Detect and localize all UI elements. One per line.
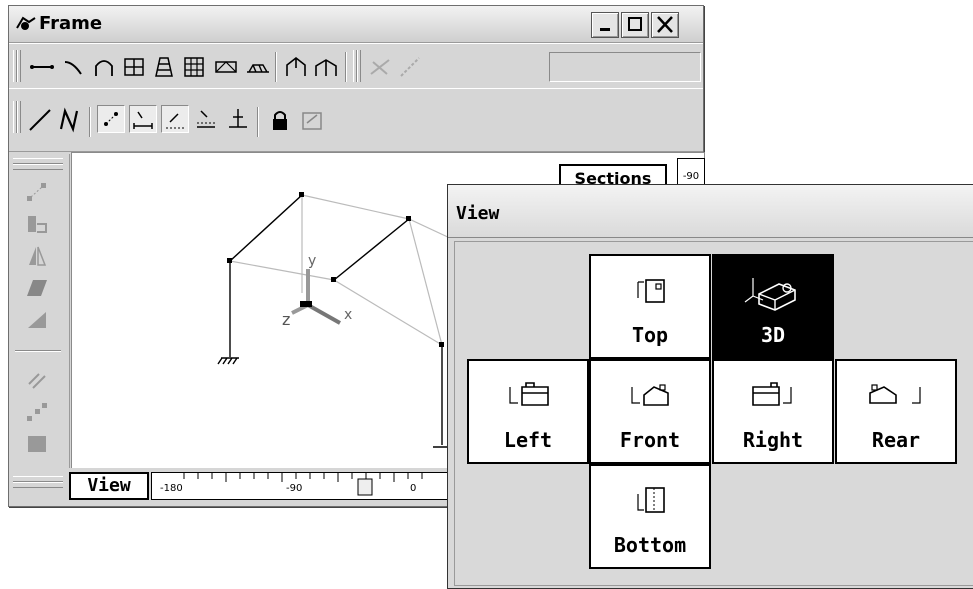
toolbar-row-2 xyxy=(9,88,703,152)
view-cell-front[interactable]: Front xyxy=(589,359,711,464)
rotate-icon[interactable] xyxy=(25,212,49,236)
view-cell-label: Rear xyxy=(871,428,921,452)
snap-level-icon[interactable] xyxy=(225,105,251,131)
bridge-icon[interactable] xyxy=(245,54,271,80)
view-cell-label: Left xyxy=(503,428,553,452)
diagonal-icon[interactable] xyxy=(397,54,423,80)
line-icon[interactable] xyxy=(29,54,55,80)
scale-tick-label: 0 xyxy=(410,483,417,494)
curve-icon[interactable] xyxy=(61,54,87,80)
bottom-view-icon xyxy=(637,487,665,513)
snap-align-icon[interactable] xyxy=(193,105,219,131)
view-selector-grid: Top 3D Left Front Right Rear Bottom xyxy=(454,241,973,586)
tower-icon[interactable] xyxy=(151,54,177,80)
rear-view-icon xyxy=(869,384,921,404)
node-link-icon[interactable] xyxy=(367,54,393,80)
scale-slider-thumb[interactable] xyxy=(357,478,373,496)
view-button[interactable]: View xyxy=(69,472,149,500)
snap-dimension-icon[interactable] xyxy=(129,105,157,133)
scale-icon[interactable] xyxy=(25,308,49,332)
lock-icon[interactable] xyxy=(267,107,293,133)
left-view-icon xyxy=(509,382,549,406)
skew-icon[interactable] xyxy=(25,276,49,300)
top-view-icon xyxy=(637,279,665,303)
minimize-button[interactable] xyxy=(591,12,619,38)
window-title: Frame xyxy=(39,13,103,34)
fill-icon[interactable] xyxy=(25,432,49,456)
stripe-icon[interactable] xyxy=(25,368,49,392)
frame-icon[interactable] xyxy=(313,54,339,80)
minimize-icon xyxy=(600,28,610,31)
snap-node-icon[interactable] xyxy=(97,105,125,133)
scale-tick-label: -90 xyxy=(286,483,303,494)
toolbar-grip[interactable] xyxy=(17,50,21,82)
view-cell-top[interactable]: Top xyxy=(589,254,711,359)
x-axis-label: x xyxy=(344,307,352,323)
z-axis-label: z xyxy=(282,310,290,329)
grid-large-icon[interactable] xyxy=(181,54,207,80)
truss-icon[interactable] xyxy=(213,54,239,80)
title-bar[interactable]: Frame xyxy=(9,6,703,43)
front-view-icon xyxy=(631,384,669,406)
horizontal-scale[interactable]: -180 -90 0 xyxy=(151,472,473,500)
y-axis-label: y xyxy=(308,253,316,269)
view-cell-label: Top xyxy=(631,323,669,347)
3d-view-icon xyxy=(744,278,796,311)
n-letter-icon[interactable] xyxy=(57,107,83,133)
view-cell-left[interactable]: Left xyxy=(467,359,589,464)
right-view-icon xyxy=(752,382,792,406)
toolbar-row-1 xyxy=(9,43,703,89)
view-cell-bottom[interactable]: Bottom xyxy=(589,464,711,569)
close-button[interactable] xyxy=(651,12,679,38)
side-toolbar xyxy=(9,154,70,494)
maximize-icon xyxy=(628,17,642,31)
toolbar-input-field[interactable] xyxy=(549,52,701,82)
eye-icon xyxy=(16,16,36,30)
nodes-icon[interactable] xyxy=(25,180,49,204)
bottom-grip[interactable] xyxy=(13,482,63,488)
view-cell-rear[interactable]: Rear xyxy=(835,359,957,464)
view-panel-title-bar[interactable]: View xyxy=(448,185,973,238)
view-cell-label: Bottom xyxy=(613,533,687,557)
view-cell-label: Right xyxy=(742,428,804,452)
toolbar-grip[interactable] xyxy=(17,101,21,133)
scale-tick-label: -180 xyxy=(160,483,183,494)
line-draw-icon[interactable] xyxy=(27,107,53,133)
close-icon xyxy=(657,16,673,33)
view-panel-title: View xyxy=(456,203,500,224)
export-icon[interactable] xyxy=(299,107,325,133)
snap-grid-icon[interactable] xyxy=(161,105,189,133)
side-grip[interactable] xyxy=(13,164,63,170)
portal-icon[interactable] xyxy=(283,54,309,80)
view-cell-label: 3D xyxy=(760,323,786,347)
grid-icon[interactable] xyxy=(121,54,147,80)
view-cell-3d[interactable]: 3D xyxy=(712,254,834,359)
move-nodes-icon[interactable] xyxy=(25,400,49,424)
arch-icon[interactable] xyxy=(91,54,117,80)
toolbar-grip[interactable] xyxy=(357,50,361,82)
view-cell-right[interactable]: Right xyxy=(712,359,834,464)
view-cell-label: Front xyxy=(619,428,681,452)
maximize-button[interactable] xyxy=(621,12,649,38)
view-panel: View Top 3D Left Front Right Rear Bottom xyxy=(447,184,973,589)
mirror-icon[interactable] xyxy=(25,244,49,268)
scale-ticks xyxy=(183,473,423,496)
